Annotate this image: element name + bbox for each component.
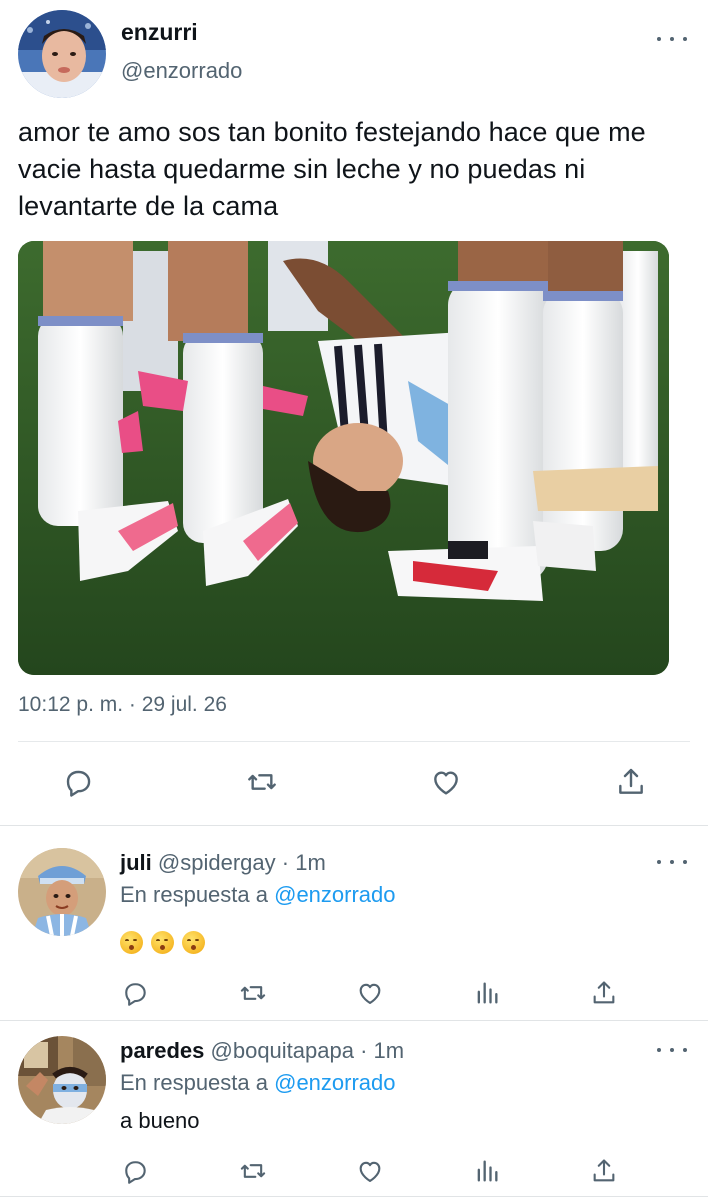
share-icon — [593, 981, 615, 1004]
reply-author-handle[interactable]: @boquitapapa — [211, 1038, 354, 1063]
views-button[interactable] — [467, 1154, 507, 1188]
retweet-button[interactable] — [240, 762, 284, 802]
reply-icon — [125, 983, 146, 1006]
kissing-face-icon — [182, 930, 205, 954]
share-icon — [619, 768, 643, 794]
divider — [0, 1196, 708, 1197]
reply-avatar[interactable] — [18, 848, 106, 936]
in-reply-to: En respuesta a @enzorrado — [120, 882, 396, 908]
in-reply-to-mention[interactable]: @enzorrado — [274, 1070, 395, 1095]
share-button[interactable] — [584, 976, 624, 1010]
views-button[interactable] — [467, 976, 507, 1010]
kissing-face-icon — [151, 930, 174, 954]
reply-button[interactable] — [56, 762, 100, 802]
reply-emojis — [120, 928, 213, 954]
reply-author-name[interactable]: paredes — [120, 1038, 204, 1063]
reply-avatar[interactable] — [18, 1036, 106, 1124]
author-handle[interactable]: @enzorrado — [121, 58, 242, 84]
meta-separator: · — [281, 850, 290, 875]
divider — [18, 741, 690, 742]
more-options-icon[interactable] — [657, 852, 687, 872]
retweet-icon — [248, 774, 276, 790]
retweet-button[interactable] — [233, 1154, 273, 1188]
reply-time[interactable]: 1m — [374, 1038, 405, 1063]
reply-tweet[interactable]: paredes @boquitapapa · 1m En respuesta a… — [0, 1036, 708, 1200]
reply-button[interactable] — [115, 1154, 155, 1188]
author-name[interactable]: enzurri — [121, 19, 198, 46]
heart-icon — [434, 771, 458, 795]
views-icon — [477, 1160, 498, 1182]
more-options-icon[interactable] — [657, 29, 687, 49]
meta-separator: · — [360, 1038, 368, 1063]
in-reply-to-label: En respuesta a — [120, 882, 268, 907]
reply-tweet[interactable]: juli @spidergay · 1m En respuesta a @enz… — [0, 848, 708, 1018]
tweet-timestamp[interactable]: 10:12 p. m. · 29 jul. 26 — [18, 693, 227, 717]
heart-icon — [359, 983, 381, 1004]
tweet-text: amor te amo sos tan bonito festejando ha… — [18, 117, 646, 221]
reply-button[interactable] — [115, 976, 155, 1010]
retweet-button[interactable] — [233, 976, 273, 1010]
reply-icon — [125, 1161, 146, 1184]
heart-icon — [359, 1161, 381, 1182]
like-button[interactable] — [350, 1154, 390, 1188]
in-reply-to-mention[interactable]: @enzorrado — [274, 882, 395, 907]
reply-author-handle[interactable]: @spidergay — [158, 850, 276, 875]
like-button[interactable] — [424, 762, 468, 802]
reply-text: a bueno — [120, 1108, 200, 1133]
retweet-icon — [240, 986, 266, 1000]
kissing-face-icon — [120, 930, 143, 954]
like-button[interactable] — [350, 976, 390, 1010]
reply-icon — [66, 770, 91, 797]
tweet-media-image[interactable] — [18, 241, 669, 675]
views-icon — [477, 982, 498, 1004]
author-avatar[interactable] — [18, 10, 106, 98]
main-tweet: enzurri @enzorrado amor te amo sos tan b… — [0, 0, 708, 825]
share-button[interactable] — [609, 762, 653, 802]
more-options-icon[interactable] — [657, 1040, 687, 1060]
share-icon — [593, 1159, 615, 1182]
divider — [0, 825, 708, 826]
in-reply-to-label: En respuesta a — [120, 1070, 268, 1095]
divider — [0, 1020, 708, 1021]
retweet-icon — [240, 1164, 266, 1178]
reply-header: paredes @boquitapapa · 1m — [120, 1038, 404, 1064]
in-reply-to: En respuesta a @enzorrado — [120, 1070, 396, 1096]
share-button[interactable] — [584, 1154, 624, 1188]
reply-author-name[interactable]: juli — [120, 850, 152, 875]
reply-time[interactable]: 1m — [295, 850, 326, 875]
reply-header: juli @spidergay · 1m — [120, 850, 326, 876]
